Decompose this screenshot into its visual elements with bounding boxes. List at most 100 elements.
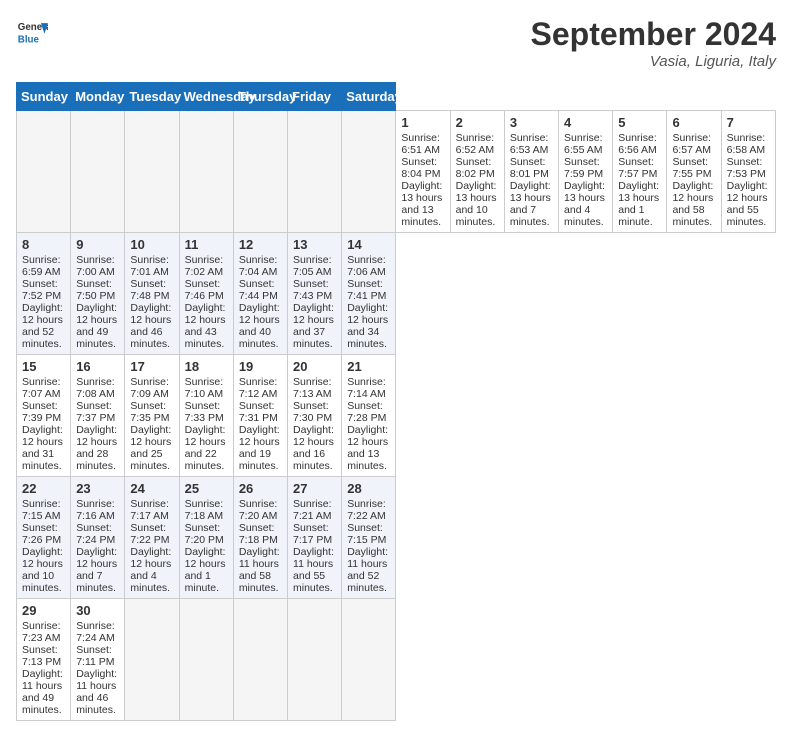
calendar-cell: 4Sunrise: 6:55 AMSunset: 7:59 PMDaylight… (559, 111, 613, 233)
sunset-text: Sunset: 8:01 PM (510, 156, 549, 180)
calendar-cell: 21Sunrise: 7:14 AMSunset: 7:28 PMDayligh… (342, 355, 396, 477)
sunrise-text: Sunrise: 7:12 AM (239, 376, 278, 400)
sunrise-text: Sunrise: 7:13 AM (293, 376, 332, 400)
daylight-text: Daylight: 12 hours and 31 minutes. (22, 424, 63, 472)
day-number: 12 (239, 237, 282, 252)
sunset-text: Sunset: 7:41 PM (347, 278, 386, 302)
calendar-cell (288, 111, 342, 233)
day-number: 26 (239, 481, 282, 496)
sunrise-text: Sunrise: 7:22 AM (347, 498, 386, 522)
title-block: September 2024 Vasia, Liguria, Italy (531, 16, 776, 70)
sunrise-text: Sunrise: 6:59 AM (22, 254, 61, 278)
daylight-text: Daylight: 12 hours and 55 minutes. (727, 180, 768, 228)
sunset-text: Sunset: 7:37 PM (76, 400, 115, 424)
logo: General Blue (16, 16, 48, 48)
day-number: 30 (76, 603, 119, 618)
location-subtitle: Vasia, Liguria, Italy (531, 53, 776, 70)
calendar-cell: 13Sunrise: 7:05 AMSunset: 7:43 PMDayligh… (288, 233, 342, 355)
daylight-text: Daylight: 13 hours and 10 minutes. (456, 180, 497, 228)
calendar-week-3: 15Sunrise: 7:07 AMSunset: 7:39 PMDayligh… (17, 355, 776, 477)
day-header-friday: Friday (288, 83, 342, 111)
calendar-cell (342, 111, 396, 233)
day-number: 14 (347, 237, 390, 252)
daylight-text: Daylight: 12 hours and 28 minutes. (76, 424, 117, 472)
sunrise-text: Sunrise: 7:14 AM (347, 376, 386, 400)
sunset-text: Sunset: 7:46 PM (185, 278, 224, 302)
calendar-cell: 3 Sunrise: 6:53 AMSunset: 8:01 PMDaylight… (504, 111, 558, 233)
day-number: 20 (293, 359, 336, 374)
calendar-cell: 25 Sunrise: 7:18 AMSunset: 7:20 PMDayligh… (179, 477, 233, 599)
calendar-cell: 26Sunrise: 7:20 AMSunset: 7:18 PMDayligh… (233, 477, 287, 599)
day-number: 28 (347, 481, 390, 496)
calendar-cell: 8Sunrise: 6:59 AMSunset: 7:52 PMDaylight… (17, 233, 71, 355)
calendar-cell: 6Sunrise: 6:57 AMSunset: 7:55 PMDaylight… (667, 111, 721, 233)
daylight-text: Daylight: 11 hours and 52 minutes. (347, 546, 388, 594)
calendar-cell: 7Sunrise: 6:58 AMSunset: 7:53 PMDaylight… (721, 111, 775, 233)
daylight-text: Daylight: 12 hours and 49 minutes. (76, 302, 117, 350)
daylight-text: Daylight: 12 hours and 16 minutes. (293, 424, 334, 472)
day-number: 10 (130, 237, 173, 252)
calendar-cell: 27Sunrise: 7:21 AMSunset: 7:17 PMDayligh… (288, 477, 342, 599)
sunset-text: Sunset: 7:15 PM (347, 522, 386, 546)
sunset-text: Sunset: 7:50 PM (76, 278, 115, 302)
sunrise-text: Sunrise: 6:51 AM (401, 132, 440, 156)
sunset-text: Sunset: 7:39 PM (22, 400, 61, 424)
calendar-week-1: 1Sunrise: 6:51 AMSunset: 8:04 PMDaylight… (17, 111, 776, 233)
day-number: 4 (564, 115, 607, 130)
day-number: 29 (22, 603, 65, 618)
calendar-cell: 20 Sunrise: 7:13 AMSunset: 7:30 PMDayligh… (288, 355, 342, 477)
sunrise-text: Sunrise: 7:09 AM (130, 376, 169, 400)
calendar-cell: 9Sunrise: 7:00 AMSunset: 7:50 PMDaylight… (71, 233, 125, 355)
calendar-cell: 17Sunrise: 7:09 AMSunset: 7:35 PMDayligh… (125, 355, 179, 477)
day-number: 9 (76, 237, 119, 252)
sunrise-text: Sunrise: 6:58 AM (727, 132, 766, 156)
sunset-text: Sunset: 7:18 PM (239, 522, 278, 546)
sunrise-text: Sunrise: 6:53 AM (510, 132, 549, 156)
calendar-cell: 29 Sunrise: 7:23 AMSunset: 7:13 PMDayligh… (17, 599, 71, 721)
day-number: 7 (727, 115, 770, 130)
day-number: 18 (185, 359, 228, 374)
daylight-text: Daylight: 12 hours and 52 minutes. (22, 302, 63, 350)
day-number: 21 (347, 359, 390, 374)
day-number: 6 (672, 115, 715, 130)
sunrise-text: Sunrise: 7:08 AM (76, 376, 115, 400)
daylight-text: Daylight: 12 hours and 1 minute. (185, 546, 226, 594)
day-number: 19 (239, 359, 282, 374)
daylight-text: Daylight: 12 hours and 10 minutes. (22, 546, 63, 594)
calendar-week-4: 22Sunrise: 7:15 AMSunset: 7:26 PMDayligh… (17, 477, 776, 599)
calendar-cell (125, 111, 179, 233)
sunset-text: Sunset: 7:52 PM (22, 278, 61, 302)
sunrise-text: Sunrise: 6:56 AM (618, 132, 657, 156)
sunrise-text: Sunrise: 7:18 AM (185, 498, 224, 522)
day-number: 11 (185, 237, 228, 252)
day-number: 25 (185, 481, 228, 496)
sunrise-text: Sunrise: 7:04 AM (239, 254, 278, 278)
sunset-text: Sunset: 7:30 PM (293, 400, 332, 424)
day-number: 27 (293, 481, 336, 496)
sunrise-text: Sunrise: 7:16 AM (76, 498, 115, 522)
daylight-text: Daylight: 12 hours and 13 minutes. (347, 424, 388, 472)
month-title: September 2024 (531, 16, 776, 53)
day-number: 1 (401, 115, 444, 130)
daylight-text: Daylight: 11 hours and 49 minutes. (22, 668, 63, 716)
calendar-cell (71, 111, 125, 233)
daylight-text: Daylight: 12 hours and 40 minutes. (239, 302, 280, 350)
sunset-text: Sunset: 7:24 PM (76, 522, 115, 546)
daylight-text: Daylight: 12 hours and 46 minutes. (130, 302, 171, 350)
daylight-text: Daylight: 13 hours and 7 minutes. (510, 180, 551, 228)
calendar-cell: 16 Sunrise: 7:08 AMSunset: 7:37 PMDayligh… (71, 355, 125, 477)
calendar-cell: 19Sunrise: 7:12 AMSunset: 7:31 PMDayligh… (233, 355, 287, 477)
day-number: 16 (76, 359, 119, 374)
sunset-text: Sunset: 7:13 PM (22, 644, 61, 668)
sunset-text: Sunset: 7:17 PM (293, 522, 332, 546)
sunset-text: Sunset: 7:31 PM (239, 400, 278, 424)
daylight-text: Daylight: 13 hours and 4 minutes. (564, 180, 605, 228)
day-number: 3 (510, 115, 553, 130)
sunrise-text: Sunrise: 6:55 AM (564, 132, 603, 156)
calendar-cell: 23Sunrise: 7:16 AMSunset: 7:24 PMDayligh… (71, 477, 125, 599)
sunrise-text: Sunrise: 7:23 AM (22, 620, 61, 644)
sunset-text: Sunset: 7:44 PM (239, 278, 278, 302)
calendar-cell: 10Sunrise: 7:01 AMSunset: 7:48 PMDayligh… (125, 233, 179, 355)
sunset-text: Sunset: 7:20 PM (185, 522, 224, 546)
calendar-cell (125, 599, 179, 721)
